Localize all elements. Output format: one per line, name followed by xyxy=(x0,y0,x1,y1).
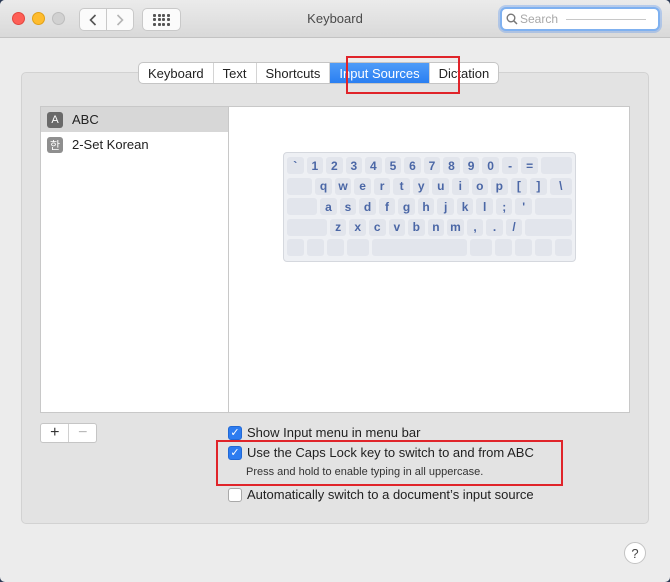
key: s xyxy=(339,198,357,215)
key: f xyxy=(378,198,396,215)
keyboard-row: q w e r t y u i o p [ ] \ xyxy=(287,177,573,196)
key: o xyxy=(471,177,489,195)
key: 7 xyxy=(423,157,441,174)
key: r xyxy=(373,177,391,195)
key: w xyxy=(334,177,352,195)
key: ' xyxy=(515,198,532,215)
command-key xyxy=(346,239,369,256)
search-placeholder: Search xyxy=(520,12,559,26)
key: 0 xyxy=(482,157,499,174)
tab-shortcuts[interactable]: Shortcuts xyxy=(257,63,331,83)
list-item-korean[interactable]: 한 2-Set Korean xyxy=(41,132,228,157)
key: k xyxy=(456,198,474,215)
list-item-label: 2-Set Korean xyxy=(72,137,149,152)
checkmark-icon[interactable]: ✓ xyxy=(228,425,242,440)
space-key xyxy=(371,239,468,256)
key: z xyxy=(329,218,347,236)
key: = xyxy=(521,157,538,174)
arrow-key xyxy=(515,239,533,256)
key: d xyxy=(359,198,376,215)
search-divider xyxy=(566,19,646,20)
delete-key xyxy=(540,157,573,174)
search-icon xyxy=(506,13,518,25)
key: 8 xyxy=(443,157,460,174)
show-input-menu-option[interactable]: ✓ Show Input menu in menu bar xyxy=(228,425,420,440)
key: x xyxy=(349,218,366,236)
keyboard-preferences-window: Keyboard Search Keyboard Text Shortcuts … xyxy=(0,0,670,582)
key: 3 xyxy=(345,157,363,174)
add-remove-control: + − xyxy=(40,423,97,443)
abc-source-icon: A xyxy=(47,111,63,128)
key: 1 xyxy=(306,157,324,174)
key: 4 xyxy=(365,157,382,174)
key: 9 xyxy=(462,157,480,174)
key: t xyxy=(393,177,410,195)
tab-text[interactable]: Text xyxy=(214,63,257,83)
key: q xyxy=(315,177,332,195)
highlight-box-tab xyxy=(346,56,460,94)
auto-switch-label: Automatically switch to a document’s inp… xyxy=(247,487,534,502)
show-input-menu-label: Show Input menu in menu bar xyxy=(247,425,421,440)
fn-key xyxy=(287,239,304,256)
command-key xyxy=(470,239,493,256)
help-button[interactable]: ? xyxy=(624,542,646,564)
key: u xyxy=(432,177,449,195)
arrow-key xyxy=(535,239,553,256)
key: \ xyxy=(549,177,573,195)
list-item-label: ABC xyxy=(72,112,99,127)
option-key xyxy=(495,239,513,256)
right-shift-key xyxy=(525,218,573,236)
list-item-abc[interactable]: A ABC xyxy=(41,107,228,132)
key: ` xyxy=(287,157,304,174)
add-source-button[interactable]: + xyxy=(41,424,68,442)
key: e xyxy=(354,177,371,195)
key: p xyxy=(491,177,508,195)
key: a xyxy=(320,198,337,215)
key: [ xyxy=(510,177,528,195)
arrow-key xyxy=(555,239,573,256)
key: y xyxy=(412,177,430,195)
key: i xyxy=(452,177,469,195)
keyboard-layout-preview: ` 1 2 3 4 5 6 7 8 9 0 - = q w e r t y u … xyxy=(283,152,576,262)
key: 6 xyxy=(404,157,421,174)
korean-source-icon: 한 xyxy=(47,136,63,153)
keyboard-row: z x c v b n m , . / xyxy=(287,218,573,237)
tab-keyboard[interactable]: Keyboard xyxy=(139,63,214,83)
remove-source-button[interactable]: − xyxy=(68,424,96,442)
key: - xyxy=(501,157,519,174)
return-key xyxy=(535,198,572,215)
key: v xyxy=(388,218,406,236)
control-key xyxy=(306,239,324,256)
key: ; xyxy=(495,198,513,215)
keyboard-row: a s d f g h j k l ; ' xyxy=(287,198,572,216)
caps-lock-key xyxy=(287,198,318,215)
auto-switch-option[interactable]: Automatically switch to a document’s inp… xyxy=(228,487,534,502)
key: m xyxy=(447,218,464,236)
key: h xyxy=(417,198,435,215)
keyboard-row: ` 1 2 3 4 5 6 7 8 9 0 - = xyxy=(287,157,573,175)
checkbox-unchecked[interactable] xyxy=(228,487,242,502)
input-sources-list[interactable]: A ABC 한 2-Set Korean xyxy=(40,106,229,413)
key: c xyxy=(368,218,386,236)
key: 2 xyxy=(326,157,343,174)
key: 5 xyxy=(384,157,402,174)
key: n xyxy=(427,218,445,236)
key: l xyxy=(476,198,493,215)
highlight-box-option xyxy=(216,440,563,486)
key: g xyxy=(398,198,415,215)
left-shift-key xyxy=(287,218,327,236)
title-bar: Keyboard Search xyxy=(0,0,670,38)
option-key xyxy=(326,239,344,256)
tab-key xyxy=(287,177,313,195)
key: b xyxy=(408,218,425,236)
key: ] xyxy=(530,177,547,195)
key: , xyxy=(466,218,484,236)
key: j xyxy=(437,198,454,215)
keyboard-row xyxy=(287,239,573,257)
key: . xyxy=(486,218,503,236)
key: / xyxy=(505,218,523,236)
